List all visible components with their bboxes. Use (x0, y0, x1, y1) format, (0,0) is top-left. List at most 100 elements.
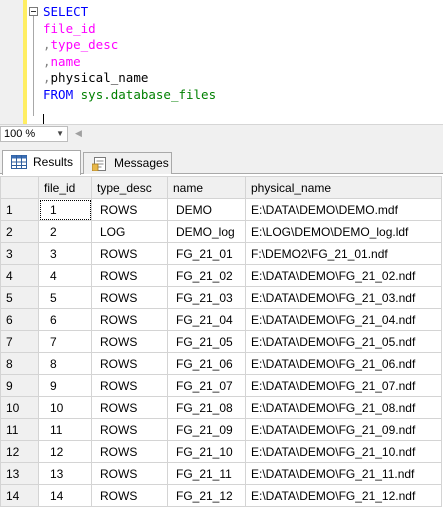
table-cell[interactable]: 14 (38, 484, 92, 507)
row-number[interactable]: 5 (0, 286, 39, 309)
table-cell[interactable]: 6 (38, 308, 92, 331)
table-cell[interactable]: E:\DATA\DEMO\DEMO.mdf (245, 198, 442, 221)
table-cell[interactable]: FG_21_04 (167, 308, 246, 331)
table-cell[interactable]: 2 (38, 220, 92, 243)
query-editor[interactable]: SELECT file_id ,type_desc ,name ,physical_na… (0, 0, 443, 124)
table-cell[interactable]: 10 (38, 396, 92, 419)
table-cell[interactable]: DEMO_log (167, 220, 246, 243)
table-cell[interactable]: FG_21_01 (167, 242, 246, 265)
table-cell[interactable]: FG_21_10 (167, 440, 246, 463)
table-cell[interactable]: ROWS (91, 286, 168, 309)
chevron-down-icon: ▼ (56, 129, 64, 138)
table-cell[interactable]: 8 (38, 352, 92, 375)
row-number[interactable]: 11 (0, 418, 39, 441)
row-number[interactable]: 13 (0, 462, 39, 485)
table-cell[interactable]: E:\DATA\DEMO\FG_21_11.ndf (245, 462, 442, 485)
table-row[interactable]: 6 6 ROWS FG_21_04 E:\DATA\DEMO\FG_21_04.ndf (0, 308, 442, 331)
table-row[interactable]: 7 7 ROWS FG_21_05 E:\DATA\DEMO\FG_21_05.ndf (0, 330, 442, 353)
table-cell[interactable]: E:\DATA\DEMO\FG_21_10.ndf (245, 440, 442, 463)
table-cell[interactable]: ROWS (91, 418, 168, 441)
row-number-header[interactable] (0, 176, 39, 199)
column-header[interactable]: file_id (38, 176, 92, 199)
row-number[interactable]: 2 (0, 220, 39, 243)
table-cell[interactable]: LOG (91, 220, 168, 243)
row-number[interactable]: 6 (0, 308, 39, 331)
table-cell[interactable]: 1 (38, 198, 92, 221)
table-cell[interactable]: E:\DATA\DEMO\FG_21_08.ndf (245, 396, 442, 419)
table-cell[interactable]: 13 (38, 462, 92, 485)
table-row[interactable]: 1 1 ROWS DEMO E:\DATA\DEMO\DEMO.mdf (0, 198, 442, 221)
table-cell[interactable]: E:\DATA\DEMO\FG_21_03.ndf (245, 286, 442, 309)
table-row[interactable]: 11 11 ROWS FG_21_09 E:\DATA\DEMO\FG_21_09.nd… (0, 418, 442, 441)
table-cell[interactable]: 9 (38, 374, 92, 397)
table-cell[interactable]: E:\DATA\DEMO\FG_21_02.ndf (245, 264, 442, 287)
code-line: file_id (43, 21, 96, 37)
table-cell[interactable]: E:\DATA\DEMO\FG_21_09.ndf (245, 418, 442, 441)
row-number[interactable]: 4 (0, 264, 39, 287)
row-number[interactable]: 10 (0, 396, 39, 419)
row-number[interactable]: 12 (0, 440, 39, 463)
zoom-select[interactable]: 100 % ▼ (0, 126, 68, 142)
table-row[interactable]: 14 14 ROWS FG_21_12 E:\DATA\DEMO\FG_21_12.nd… (0, 484, 442, 507)
table-cell[interactable]: 4 (38, 264, 92, 287)
table-cell[interactable]: 11 (38, 418, 92, 441)
table-row[interactable]: 3 3 ROWS FG_21_01 F:\DEMO2\FG_21_01.ndf (0, 242, 442, 265)
table-cell[interactable]: ROWS (91, 484, 168, 507)
table-cell[interactable]: DEMO (167, 198, 246, 221)
row-number[interactable]: 14 (0, 484, 39, 507)
results-grid[interactable]: file_id type_desc name physical_name 11R… (0, 176, 443, 511)
table-cell[interactable]: ROWS (91, 440, 168, 463)
table-row[interactable]: 13 13 ROWS FG_21_11 E:\DATA\DEMO\FG_21_11.nd… (0, 462, 442, 485)
table-row[interactable]: 8 8 ROWS FG_21_06 E:\DATA\DEMO\FG_21_06.ndf (0, 352, 442, 375)
table-cell[interactable]: FG_21_07 (167, 374, 246, 397)
table-cell[interactable]: E:\DATA\DEMO\FG_21_04.ndf (245, 308, 442, 331)
code-line: FROM sys.database_files (43, 87, 216, 103)
table-cell[interactable]: ROWS (91, 374, 168, 397)
table-row[interactable]: 2 2 LOG DEMO_log E:\LOG\DEMO\DEMO_log.ldf (0, 220, 442, 243)
row-number[interactable]: 7 (0, 330, 39, 353)
table-cell[interactable]: FG_21_05 (167, 330, 246, 353)
table-cell[interactable]: FG_21_09 (167, 418, 246, 441)
table-cell[interactable]: FG_21_12 (167, 484, 246, 507)
table-cell[interactable]: 3 (38, 242, 92, 265)
table-cell[interactable]: ROWS (91, 198, 168, 221)
table-cell[interactable]: ROWS (91, 352, 168, 375)
table-cell[interactable]: F:\DEMO2\FG_21_01.ndf (245, 242, 442, 265)
tab-messages[interactable]: Messages (83, 152, 172, 174)
table-cell[interactable]: E:\DATA\DEMO\FG_21_06.ndf (245, 352, 442, 375)
table-cell[interactable]: ROWS (91, 462, 168, 485)
column-header[interactable]: type_desc (91, 176, 168, 199)
table-cell[interactable]: ROWS (91, 264, 168, 287)
table-cell[interactable]: FG_21_08 (167, 396, 246, 419)
table-cell[interactable]: FG_21_11 (167, 462, 246, 485)
table-cell[interactable]: 12 (38, 440, 92, 463)
row-number[interactable]: 9 (0, 374, 39, 397)
table-row[interactable]: 9 9 ROWS FG_21_07 E:\DATA\DEMO\FG_21_07.ndf (0, 374, 442, 397)
header-row: file_id type_desc name physical_name (0, 176, 442, 199)
table-row[interactable]: 10 10 ROWS FG_21_08 E:\DATA\DEMO\FG_21_08.nd… (0, 396, 442, 419)
row-number[interactable]: 8 (0, 352, 39, 375)
column-header[interactable]: name (167, 176, 246, 199)
table-row[interactable]: 4 4 ROWS FG_21_02 E:\DATA\DEMO\FG_21_02.ndf (0, 264, 442, 287)
table-cell[interactable]: FG_21_02 (167, 264, 246, 287)
table-cell[interactable]: FG_21_06 (167, 352, 246, 375)
table-row[interactable]: 5 5 ROWS FG_21_03 E:\DATA\DEMO\FG_21_03.ndf (0, 286, 442, 309)
table-cell[interactable]: E:\DATA\DEMO\FG_21_05.ndf (245, 330, 442, 353)
table-cell[interactable]: ROWS (91, 242, 168, 265)
table-cell[interactable]: E:\LOG\DEMO\DEMO_log.ldf (245, 220, 442, 243)
table-cell[interactable]: 7 (38, 330, 92, 353)
row-number[interactable]: 1 (0, 198, 39, 221)
scroll-left-icon[interactable]: ◀ (75, 128, 82, 139)
table-cell[interactable]: 5 (38, 286, 92, 309)
collapse-icon[interactable] (29, 7, 38, 16)
table-cell[interactable]: E:\DATA\DEMO\FG_21_07.ndf (245, 374, 442, 397)
table-cell[interactable]: ROWS (91, 330, 168, 353)
tab-results[interactable]: Results (2, 150, 81, 175)
table-row[interactable]: 12 12 ROWS FG_21_10 E:\DATA\DEMO\FG_21_10.nd… (0, 440, 442, 463)
table-cell[interactable]: FG_21_03 (167, 286, 246, 309)
row-number[interactable]: 3 (0, 242, 39, 265)
table-cell[interactable]: E:\DATA\DEMO\FG_21_12.ndf (245, 484, 442, 507)
table-cell[interactable]: ROWS (91, 396, 168, 419)
table-cell[interactable]: ROWS (91, 308, 168, 331)
column-header[interactable]: physical_name (245, 176, 442, 199)
